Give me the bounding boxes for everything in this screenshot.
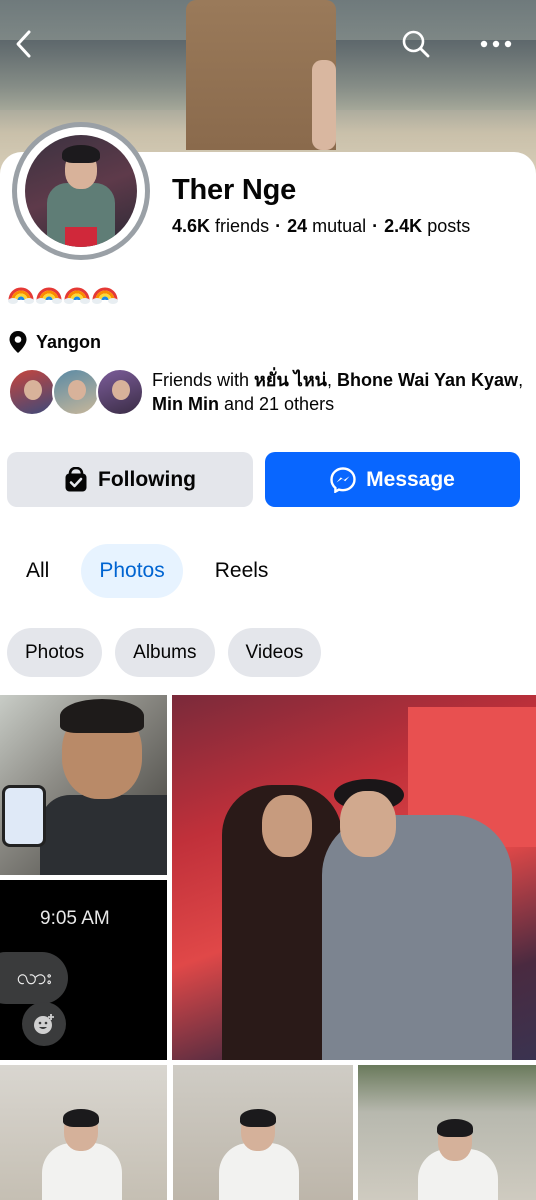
tab-photos[interactable]: Photos	[81, 544, 183, 598]
map-pin-icon	[9, 331, 27, 353]
rainbow-icon	[64, 287, 90, 304]
posts-label: posts	[427, 216, 471, 236]
location-text: Yangon	[36, 331, 102, 352]
more-horizontal-icon	[480, 40, 512, 48]
friends-count[interactable]: 4.6K	[172, 216, 210, 236]
avatar	[8, 368, 56, 416]
posts-count: 2.4K	[384, 216, 423, 236]
profile-stats: 4.6K friends · 24 mutual · 2.4K posts	[172, 216, 470, 237]
rainbow-icon	[36, 287, 62, 304]
mutual-label[interactable]: mutual	[312, 216, 366, 236]
cover-person-arm	[312, 60, 336, 150]
back-button[interactable]	[2, 22, 46, 66]
rainbow-icon	[92, 287, 118, 304]
friend-name-link[interactable]: หยั่น ไหน่	[254, 370, 327, 390]
message-button[interactable]: Message	[265, 452, 520, 507]
profile-avatar[interactable]	[12, 122, 150, 260]
more-options-button[interactable]	[474, 22, 518, 66]
search-icon	[402, 30, 430, 58]
stats-separator: ·	[275, 216, 282, 236]
bio-emojis	[8, 280, 118, 306]
photo-thumbnail[interactable]	[172, 695, 536, 1060]
following-label: Following	[98, 467, 196, 491]
profile-tabs: All Photos Reels	[8, 544, 286, 598]
photo-thumbnail[interactable]	[173, 1065, 353, 1200]
avatar	[96, 368, 144, 416]
messenger-icon	[330, 466, 356, 493]
location-row: Yangon	[8, 330, 101, 354]
chevron-left-icon	[16, 30, 31, 58]
tab-all[interactable]: All	[8, 544, 67, 598]
photo-thumbnail[interactable]	[0, 695, 167, 875]
search-button[interactable]	[394, 22, 438, 66]
friends-label[interactable]: friends	[215, 216, 269, 236]
photo-filter-chips: Photos Albums Videos	[7, 628, 322, 677]
mutual-friends-row[interactable]: Friends with หยั่น ไหน่, Bhone Wai Yan K…	[8, 368, 528, 416]
chip-albums[interactable]: Albums	[115, 628, 215, 677]
following-button[interactable]: Following	[7, 452, 253, 507]
friend-name-link[interactable]: Bhone Wai Yan Kyaw	[337, 370, 518, 390]
avatar	[52, 368, 100, 416]
friend-name-link[interactable]: Min Min	[152, 394, 219, 414]
mutual-friend-avatars	[8, 368, 144, 416]
avatar-image	[25, 135, 137, 247]
add-reaction-icon	[22, 1002, 66, 1046]
screenshot-time: 9:05 AM	[40, 908, 110, 929]
mutual-friends-text: Friends with หยั่น ไหน่, Bhone Wai Yan K…	[152, 370, 524, 414]
stats-separator: ·	[372, 216, 379, 236]
photo-thumbnail[interactable]	[358, 1065, 536, 1200]
mutual-count[interactable]: 24	[287, 216, 307, 236]
following-icon	[65, 466, 87, 491]
profile-name: Ther Nge	[172, 174, 297, 206]
rainbow-icon	[8, 287, 34, 304]
photo-thumbnail[interactable]	[0, 1065, 167, 1200]
tab-reels[interactable]: Reels	[197, 544, 287, 598]
screenshot-bubble: လား	[0, 952, 68, 1004]
message-label: Message	[366, 467, 455, 491]
photo-thumbnail[interactable]: 9:05 AM လား	[0, 880, 167, 1060]
chip-photos[interactable]: Photos	[7, 628, 103, 677]
chip-videos[interactable]: Videos	[227, 628, 322, 677]
